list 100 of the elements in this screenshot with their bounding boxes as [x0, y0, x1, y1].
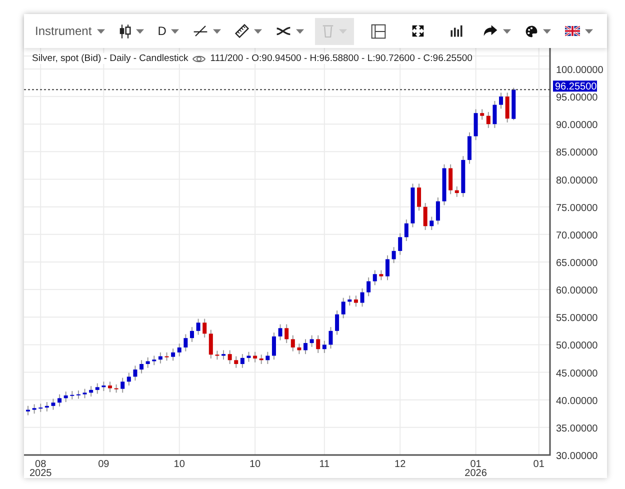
candlestick	[266, 351, 270, 364]
x-axis-label: 12	[394, 459, 406, 470]
candlestick	[177, 343, 182, 357]
candlestick	[196, 318, 200, 336]
candlestick-icon	[118, 24, 131, 38]
dropdown-button[interactable]: D	[154, 18, 182, 44]
candlestick	[328, 326, 333, 350]
y-axis-label: 45.00000	[556, 368, 598, 380]
candlestick	[140, 360, 144, 374]
caret-icon	[585, 28, 594, 34]
y-axis-label: 35.00000	[556, 423, 598, 434]
x-axis-label: 01 2026	[464, 459, 487, 478]
candlestick	[44, 402, 49, 412]
candlestick	[372, 270, 377, 286]
candlestick	[146, 356, 150, 368]
candlestick	[108, 381, 112, 393]
price-tag: 96.25500	[553, 80, 597, 93]
caret-icon	[213, 28, 222, 34]
fullscreen-icon	[412, 25, 424, 37]
candlestick	[158, 352, 162, 364]
y-axis-label: 55.00000	[556, 313, 598, 324]
y-axis-label: 50.00000	[556, 340, 598, 352]
candlestick	[32, 404, 36, 414]
candlestick	[404, 219, 408, 242]
x-axis-label: 08 2025	[30, 459, 52, 478]
caret-icon	[136, 28, 144, 34]
line-tool-icon	[193, 25, 208, 37]
candlestick	[310, 334, 314, 348]
candlestick	[454, 186, 459, 198]
candlestick	[398, 232, 402, 256]
x-axis-label: 09	[98, 459, 110, 470]
candlestick	[474, 108, 478, 141]
candlestick	[95, 382, 100, 394]
candlestick	[430, 216, 434, 230]
caret-icon	[296, 28, 304, 34]
candlestick	[366, 276, 371, 297]
candlestick	[208, 329, 213, 359]
candlestick	[171, 348, 176, 362]
candlestick	[246, 351, 251, 362]
candlestick	[335, 310, 340, 336]
candlestick	[486, 111, 490, 128]
caret-icon	[543, 28, 552, 34]
candlestick	[120, 377, 125, 394]
candlestick	[38, 403, 43, 412]
candlestick	[89, 386, 94, 398]
candlestick	[58, 394, 62, 407]
candlestick	[461, 156, 466, 198]
y-axis-label: 75.00000	[556, 202, 598, 214]
eye-icon[interactable]	[192, 54, 206, 64]
candlestick	[190, 326, 194, 342]
candlestick	[240, 354, 244, 368]
candlestick	[215, 350, 220, 360]
caret-icon	[171, 28, 180, 34]
candlestick	[164, 352, 169, 362]
candlestick	[284, 324, 289, 344]
candlestick	[222, 350, 226, 360]
candlestick	[228, 350, 232, 364]
dropdown-button[interactable]: Instrument	[32, 18, 108, 44]
ruler-icon	[235, 24, 250, 38]
candlestick	[184, 334, 188, 352]
candlestick	[272, 332, 276, 360]
candlestick	[442, 164, 446, 206]
caret-icon	[503, 28, 512, 34]
candlestick	[379, 270, 384, 281]
palette-icon	[525, 24, 538, 38]
candlestick	[278, 324, 282, 341]
candlestick	[26, 405, 30, 416]
candlestick	[322, 340, 326, 354]
chart-title: Silver, spot (Bid) - Daily - Candlestick	[32, 53, 188, 64]
candlestick	[436, 196, 440, 225]
candlestick	[64, 391, 68, 403]
y-axis-label: 40.00000	[556, 396, 598, 407]
y-axis-label: 90.00000	[556, 120, 598, 132]
candlestick	[448, 164, 453, 195]
candlestick	[51, 398, 56, 410]
candlestick	[76, 390, 80, 400]
x-axis-label: 11	[319, 459, 330, 470]
candlestick	[234, 356, 238, 368]
crossing-lines-icon	[276, 25, 292, 37]
y-axis-label: 30.00000	[556, 451, 598, 462]
candlestick	[392, 246, 396, 264]
candlestick	[354, 295, 358, 308]
candlestick	[297, 343, 302, 355]
candlestick	[480, 108, 484, 120]
y-axis-label: 95.00000	[556, 92, 598, 104]
y-axis-label: 60.00000	[556, 286, 598, 297]
candlestick	[70, 390, 74, 400]
bar-chart-icon	[450, 25, 464, 37]
candlestick	[360, 288, 364, 308]
candlestick	[348, 295, 352, 306]
uk-flag-icon	[565, 26, 580, 36]
candlestick	[410, 183, 415, 228]
y-axis-label: 80.00000	[556, 175, 598, 186]
x-axis-label: 10	[174, 459, 185, 470]
x-axis-label: 01	[533, 459, 544, 470]
ohlc-readout: 111/200 - O:90.94500 - H:96.58800 - L:90.72600 - C:96.25500	[210, 53, 472, 64]
y-axis-label: 85.00000	[556, 148, 598, 159]
trash-icon	[322, 24, 334, 38]
layout-icon	[371, 24, 386, 38]
candlestick	[417, 183, 422, 212]
